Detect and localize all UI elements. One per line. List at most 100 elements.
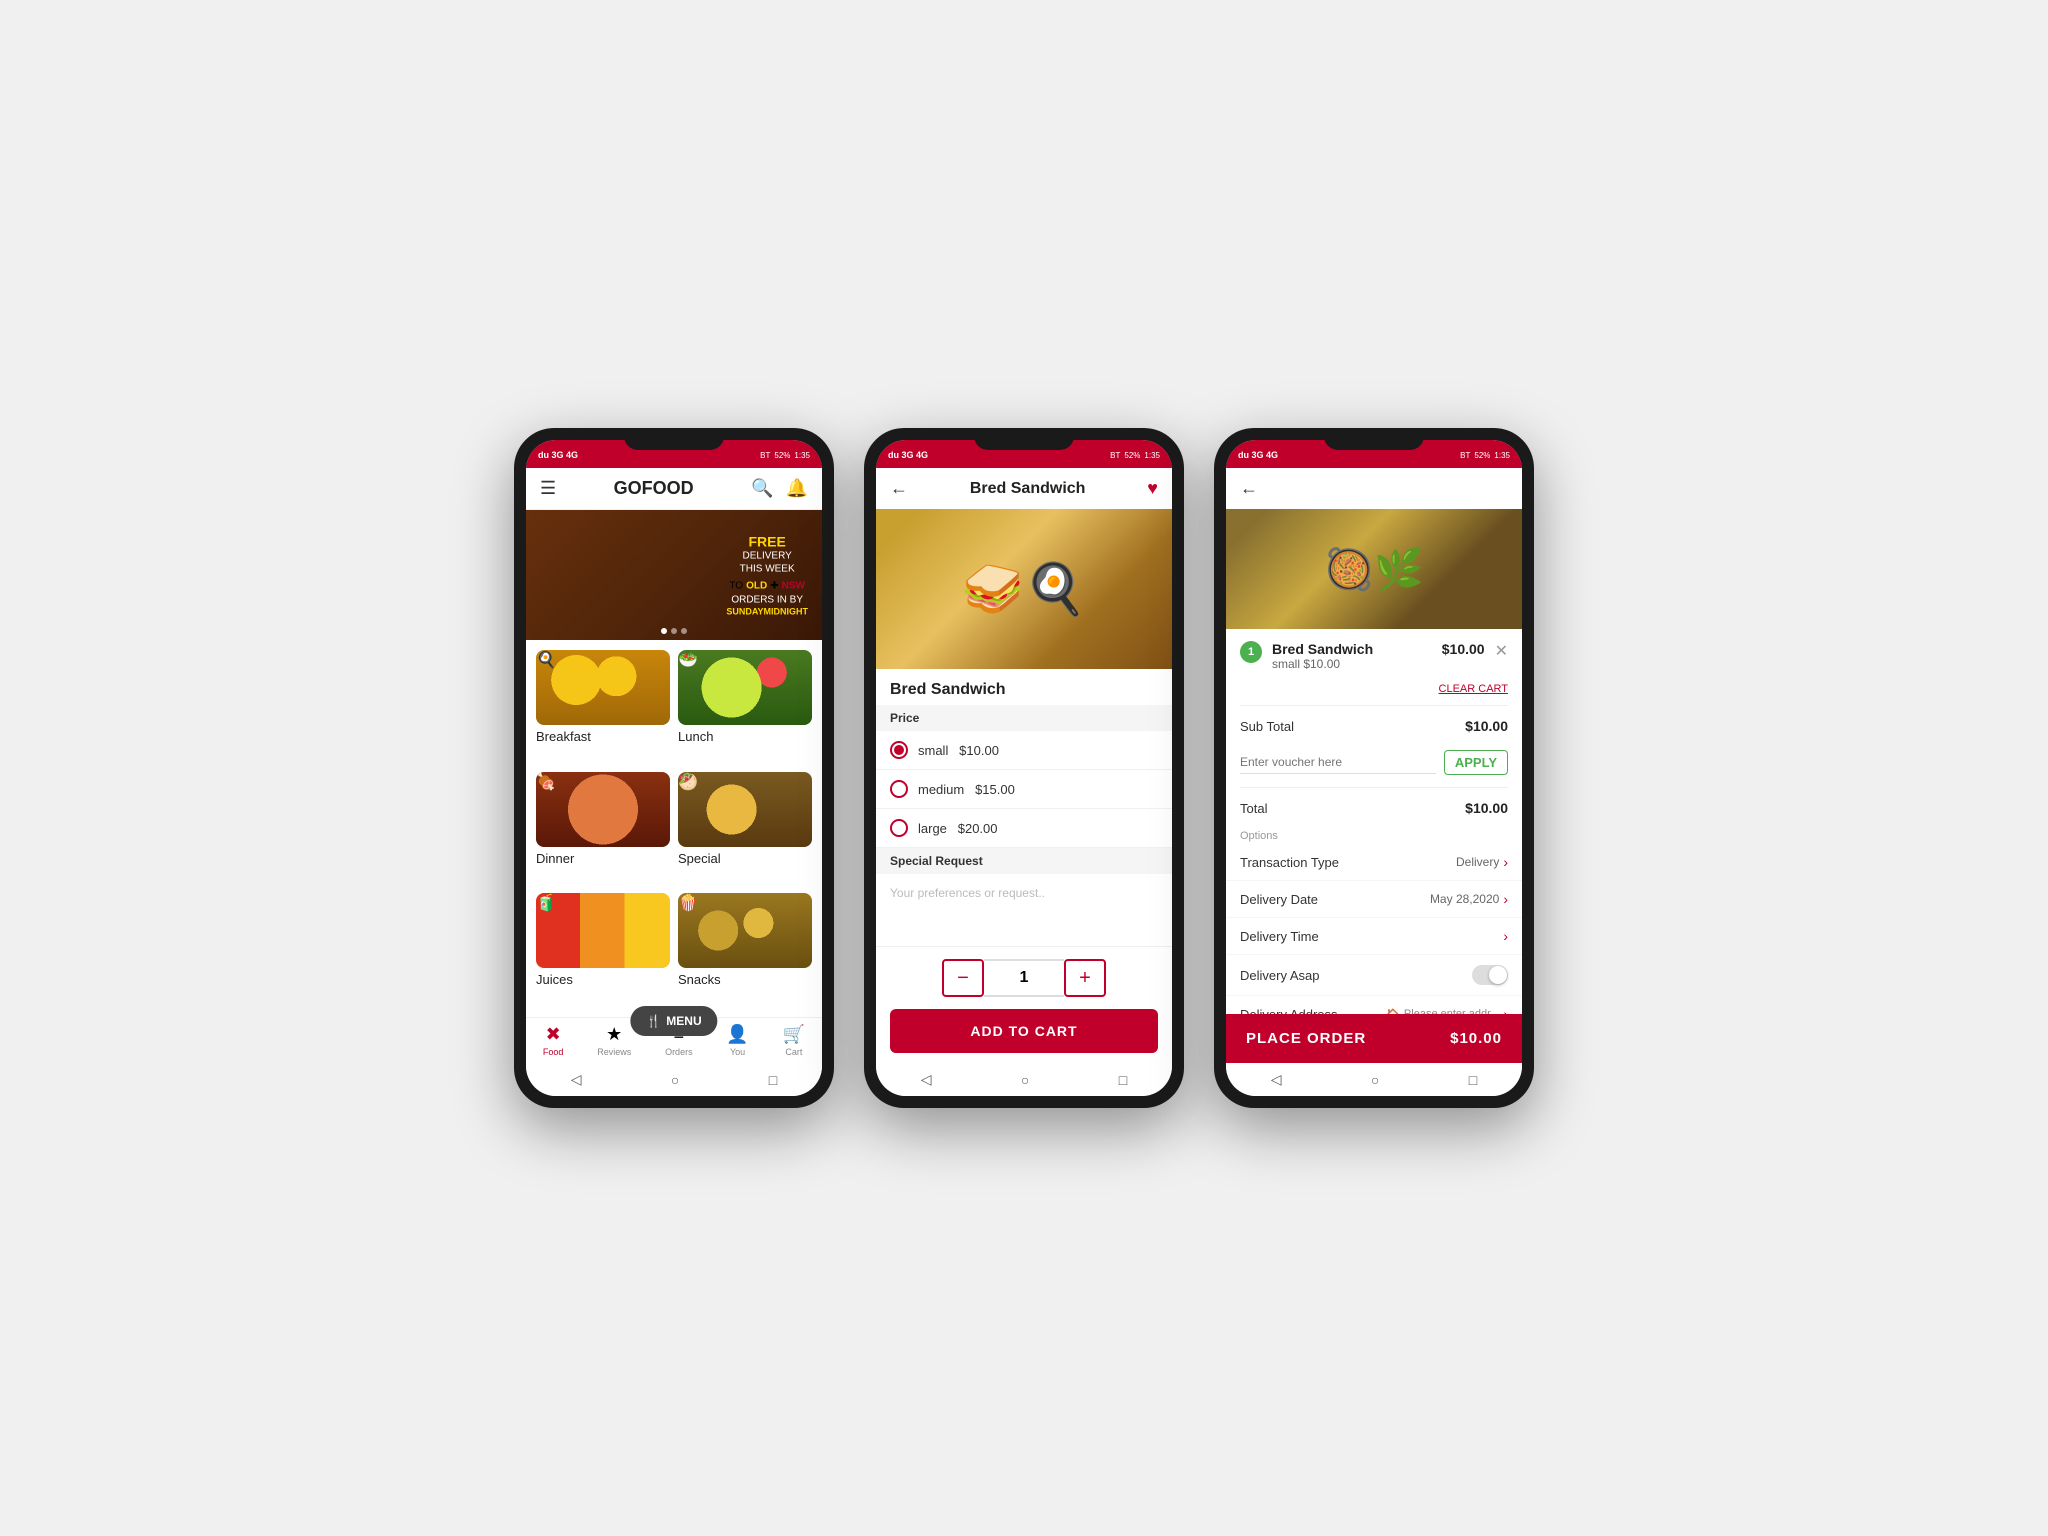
voucher-row: APPLY — [1226, 742, 1522, 783]
back-android-1[interactable]: ◁ — [571, 1071, 582, 1088]
search-icon[interactable]: 🔍 — [751, 478, 773, 499]
status-right-1: BT 52% 1:35 — [760, 451, 810, 460]
cart-item-badge: 1 — [1240, 641, 1262, 663]
category-snacks[interactable]: 🍿 Snacks — [678, 893, 812, 1007]
recents-android-3[interactable]: □ — [1469, 1072, 1477, 1088]
notch-2 — [974, 428, 1074, 450]
delivery-time-right: › — [1503, 928, 1508, 944]
notch-3 — [1324, 428, 1424, 450]
apply-voucher-button[interactable]: APPLY — [1444, 750, 1508, 775]
transaction-type-value: Delivery — [1456, 855, 1499, 869]
delivery-asap-toggle[interactable] — [1472, 965, 1508, 985]
banner-dots — [661, 628, 687, 634]
delivery-date-label: Delivery Date — [1240, 892, 1318, 907]
detail-item-name: Bred Sandwich — [876, 669, 1172, 705]
back-android-3[interactable]: ◁ — [1271, 1071, 1282, 1088]
favorite-button[interactable]: ♥ — [1147, 478, 1158, 499]
category-juices[interactable]: 🧃 Juices — [536, 893, 670, 1007]
you-nav-label: You — [730, 1047, 745, 1057]
to-text: TO — [729, 581, 743, 592]
increase-qty-button[interactable]: + — [1064, 959, 1106, 997]
sub-total-value: $10.00 — [1465, 718, 1508, 734]
battery-3: 52% — [1474, 451, 1490, 460]
remove-item-button[interactable]: ✕ — [1495, 641, 1508, 661]
nsw-text: NSW — [782, 581, 805, 592]
cart-back-button[interactable]: ← — [1240, 478, 1258, 498]
radio-large — [890, 819, 908, 837]
divider-2 — [1240, 787, 1508, 788]
price-option-small[interactable]: small $10.00 — [876, 731, 1172, 770]
radio-small — [890, 741, 908, 759]
food-icon: ✖ — [546, 1024, 561, 1045]
android-nav-2: ◁ ○ □ — [876, 1063, 1172, 1096]
special-request-area[interactable]: Your preferences or request.. — [876, 874, 1172, 934]
home-android-3[interactable]: ○ — [1371, 1072, 1379, 1088]
bell-icon[interactable]: 🔔 — [786, 478, 808, 499]
decrease-qty-button[interactable]: − — [942, 959, 984, 997]
delivery-address-row[interactable]: Delivery Address 🏠 Please enter addr... … — [1226, 996, 1522, 1014]
category-breakfast[interactable]: 🍳 Breakfast — [536, 650, 670, 764]
price-medium-label: medium $15.00 — [918, 782, 1015, 797]
clear-cart-button[interactable]: CLEAR CART — [1439, 683, 1508, 695]
quantity-value: 1 — [984, 959, 1064, 997]
app-title: GOFOOD — [614, 478, 694, 499]
clear-cart-row: CLEAR CART — [1226, 683, 1522, 701]
time-1: 1:35 — [794, 451, 810, 460]
voucher-input[interactable] — [1240, 751, 1436, 774]
lunch-label: Lunch — [678, 729, 812, 744]
category-dinner[interactable]: 🍖 Dinner — [536, 772, 670, 886]
detail-content: Bred Sandwich Price small $10.00 medium … — [876, 669, 1172, 946]
phone-2: du 3G 4G BT 52% 1:35 ← Bred Sandwich ♥ 🥪… — [864, 428, 1184, 1108]
price-option-large[interactable]: large $20.00 — [876, 809, 1172, 848]
you-icon: 👤 — [726, 1024, 748, 1045]
status-right-3: BT 52% 1:35 — [1460, 451, 1510, 460]
banner-delivery-text: DELIVERYTHIS WEEK — [726, 550, 808, 576]
detail-food-image: 🥪🍳 — [876, 509, 1172, 669]
back-android-2[interactable]: ◁ — [921, 1071, 932, 1088]
recents-android-1[interactable]: □ — [769, 1072, 777, 1088]
cart-food-image: 🥘🌿 — [1226, 509, 1522, 629]
category-lunch[interactable]: 🥗 Lunch — [678, 650, 812, 764]
place-order-button[interactable]: PLACE ORDER $10.00 — [1226, 1014, 1522, 1063]
total-row: Total $10.00 — [1226, 792, 1522, 824]
delivery-time-row[interactable]: Delivery Time › — [1226, 918, 1522, 955]
home-android-1[interactable]: ○ — [671, 1072, 679, 1088]
cart-item-info: Bred Sandwich small $10.00 — [1272, 641, 1432, 671]
nav-food[interactable]: ✖ Food — [543, 1024, 564, 1057]
cart-item-name: Bred Sandwich — [1272, 641, 1432, 657]
toggle-knob — [1489, 966, 1507, 984]
nav-reviews[interactable]: ★ Reviews — [597, 1024, 631, 1057]
juices-image: 🧃 — [536, 893, 670, 968]
add-to-cart-button[interactable]: ADD TO CART — [890, 1009, 1158, 1053]
menu-icon: 🍴 — [646, 1014, 661, 1028]
status-left-1: du 3G 4G — [538, 450, 578, 460]
place-order-label: PLACE ORDER — [1246, 1030, 1366, 1047]
delivery-date-right: May 28,2020 › — [1430, 891, 1508, 907]
bluetooth-icon-1: BT — [760, 451, 770, 460]
divider-1 — [1240, 705, 1508, 706]
hamburger-icon[interactable]: ☰ — [540, 478, 556, 499]
orders-text: ORDERS IN BY — [726, 594, 808, 607]
nav-cart[interactable]: 🛒 Cart — [783, 1024, 805, 1057]
time-3: 1:35 — [1494, 451, 1510, 460]
delivery-date-row[interactable]: Delivery Date May 28,2020 › — [1226, 881, 1522, 918]
cart-item-price: $10.00 — [1442, 641, 1485, 657]
category-special[interactable]: 🥙 Special — [678, 772, 812, 886]
snacks-label: Snacks — [678, 972, 812, 987]
nav-you[interactable]: 👤 You — [726, 1024, 748, 1057]
breakfast-image: 🍳 — [536, 650, 670, 725]
delivery-address-right: 🏠 Please enter addr... › — [1386, 1006, 1508, 1014]
dot-2 — [671, 628, 677, 634]
home-android-2[interactable]: ○ — [1021, 1072, 1029, 1088]
price-option-medium[interactable]: medium $15.00 — [876, 770, 1172, 809]
cart-nav-label: Cart — [785, 1047, 802, 1057]
recents-android-2[interactable]: □ — [1119, 1072, 1127, 1088]
transaction-type-row[interactable]: Transaction Type Delivery › — [1226, 844, 1522, 881]
delivery-time-chevron-icon: › — [1503, 928, 1508, 944]
banner-free-label: FREE — [726, 534, 808, 550]
back-button[interactable]: ← — [890, 478, 908, 499]
delivery-asap-row[interactable]: Delivery Asap — [1226, 955, 1522, 996]
android-nav-3: ◁ ○ □ — [1226, 1063, 1522, 1096]
menu-fab[interactable]: 🍴 MENU — [630, 1006, 717, 1036]
banner-promo-codes: TO OLD ✚ NSW — [729, 581, 805, 592]
